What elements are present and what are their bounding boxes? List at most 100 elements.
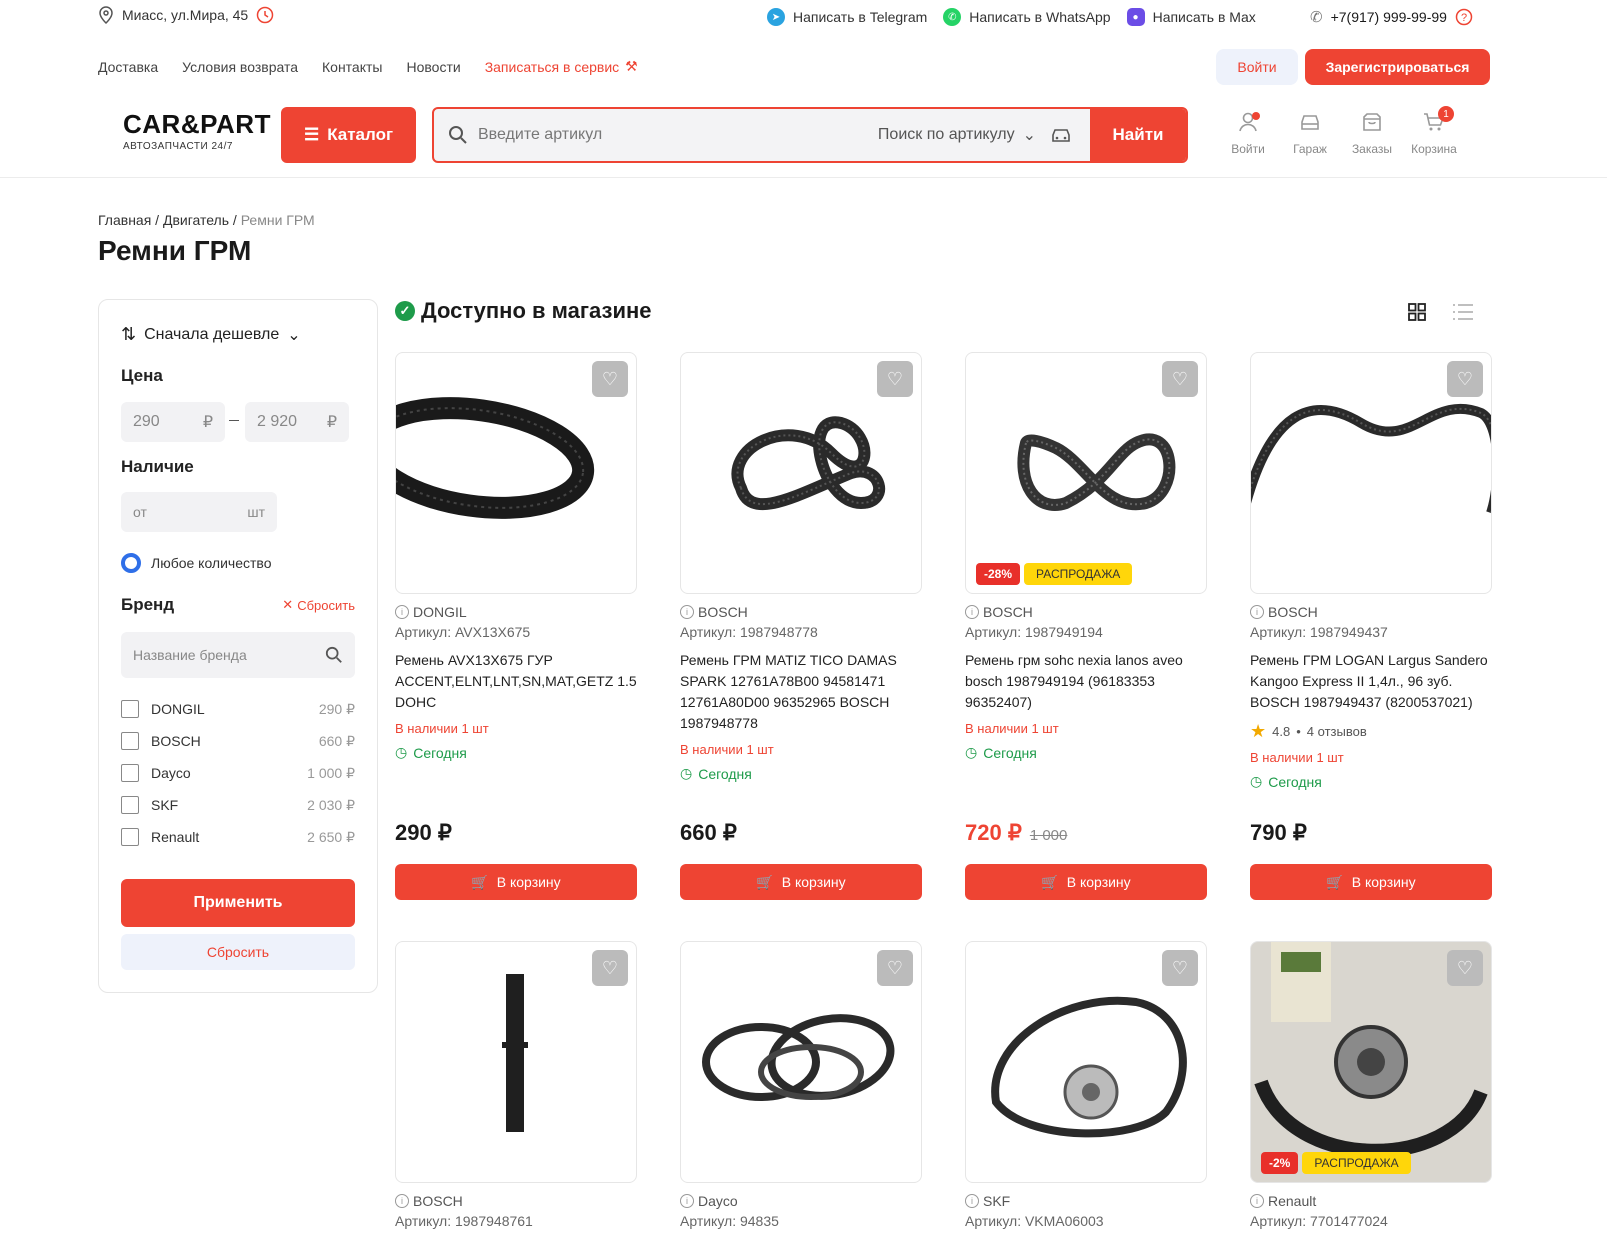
add-to-cart-button[interactable]: 🛒 В корзину xyxy=(395,864,637,900)
nav-returns[interactable]: Условия возврата xyxy=(182,59,298,75)
logo[interactable]: CAR&PART АВТОЗАПЧАСТИ 24/7 xyxy=(123,111,271,152)
help-icon[interactable]: ? xyxy=(1455,8,1473,26)
search-input[interactable] xyxy=(468,109,864,161)
product-name[interactable]: Ремень AVX13X675 ГУР ACCENT,ELNT,LNT,SN,… xyxy=(395,650,637,713)
reset-filters-button[interactable]: Сбросить xyxy=(121,934,355,970)
product-stock: В наличии 1 шт xyxy=(680,742,774,757)
stock-input[interactable]: от шт xyxy=(121,492,277,532)
header-orders[interactable]: Заказы xyxy=(1348,110,1396,156)
product-name[interactable]: Ремень ГРМ LOGAN Largus Sandero Kangoo E… xyxy=(1250,650,1492,713)
nav-service[interactable]: Записаться в сервис ⚒ xyxy=(485,58,638,75)
header-garage[interactable]: Гараж xyxy=(1286,110,1334,156)
add-to-cart-label: В корзину xyxy=(1066,874,1131,890)
product-card[interactable]: ♡ i SKF Артикул: VKMA06003 xyxy=(965,941,1207,1229)
brand-reset-link[interactable]: ✕ Сбросить xyxy=(282,597,355,613)
product-image[interactable]: ♡ -28% РАСПРОДАЖА xyxy=(965,352,1207,594)
view-toggle xyxy=(1408,303,1474,321)
product-image[interactable]: ♡ -2% РАСПРОДАЖА xyxy=(1250,941,1492,1183)
product-brand: i BOSCH xyxy=(965,604,1207,620)
add-to-cart-button[interactable]: 🛒 В корзину xyxy=(1250,864,1492,900)
sort-select[interactable]: ⇅ Сначала дешевле ⌄ xyxy=(121,324,301,345)
telegram-label: Написать в Telegram xyxy=(793,9,928,25)
telegram-link[interactable]: ➤ Написать в Telegram xyxy=(767,8,927,26)
product-card[interactable]: ♡ i Dayco Артикул: 94835 xyxy=(680,941,922,1229)
svg-text:?: ? xyxy=(1461,12,1467,24)
header-garage-label: Гараж xyxy=(1293,142,1327,156)
info-icon[interactable]: i xyxy=(680,1194,694,1208)
brand-search-field[interactable]: Название бренда xyxy=(121,632,355,678)
grid-view-icon[interactable] xyxy=(1408,303,1426,321)
product-image[interactable]: ♡ xyxy=(395,941,637,1183)
add-to-cart-button[interactable]: 🛒 В корзину xyxy=(680,864,922,900)
delivery-date: ◷ Сегодня xyxy=(1250,773,1492,790)
favorite-button[interactable]: ♡ xyxy=(877,361,913,397)
favorite-button[interactable]: ♡ xyxy=(592,950,628,986)
brand-option-dayco[interactable]: Dayco 1 000 ₽ xyxy=(121,757,355,789)
list-view-icon[interactable] xyxy=(1452,303,1474,321)
register-button[interactable]: Зарегистрироваться xyxy=(1305,49,1490,85)
brand-search-placeholder: Название бренда xyxy=(133,647,247,663)
price-from-input[interactable]: 290 ₽ xyxy=(121,402,225,442)
discount-badge: -2% xyxy=(1261,1152,1299,1174)
product-card[interactable]: ♡ i BOSCH Артикул: 1987949437 Ремень ГРМ … xyxy=(1250,352,1492,900)
product-card[interactable]: ♡ -2% РАСПРОДАЖА i Renault Артикул: 77014… xyxy=(1250,941,1492,1229)
search-button[interactable]: Найти xyxy=(1090,109,1186,161)
favorite-button[interactable]: ♡ xyxy=(877,950,913,986)
apply-filters-button[interactable]: Применить xyxy=(121,879,355,927)
info-icon[interactable]: i xyxy=(965,1194,979,1208)
product-image[interactable]: ♡ xyxy=(965,941,1207,1183)
login-button[interactable]: Войти xyxy=(1216,49,1298,85)
product-brand: i SKF xyxy=(965,1193,1207,1209)
add-to-cart-button[interactable]: 🛒 В корзину xyxy=(965,864,1207,900)
header-login[interactable]: Войти xyxy=(1224,110,1272,156)
product-card[interactable]: ♡ i BOSCH Артикул: 1987948778 Ремень ГРМ … xyxy=(680,352,922,900)
favorite-button[interactable]: ♡ xyxy=(1447,950,1483,986)
brand-option-bosch[interactable]: BOSCH 660 ₽ xyxy=(121,725,355,757)
product-card[interactable]: ♡ -28% РАСПРОДАЖА i BOSCH Артикул: 198794… xyxy=(965,352,1207,900)
product-card[interactable]: ♡ i DONGIL Артикул: AVX13X675 Ремень AVX1… xyxy=(395,352,637,900)
address[interactable]: Миасс, ул.Мира, 45 xyxy=(98,6,274,24)
breadcrumb-parent[interactable]: Двигатель xyxy=(163,212,229,228)
product-brand: i DONGIL xyxy=(395,604,637,620)
any-qty-radio[interactable]: Любое количество xyxy=(121,553,271,573)
product-image[interactable]: ♡ xyxy=(395,352,637,594)
nav-contacts[interactable]: Контакты xyxy=(322,59,382,75)
product-brand-name: BOSCH xyxy=(698,604,748,620)
product-name[interactable]: Ремень грм sohc nexia lanos aveo bosch 1… xyxy=(965,650,1207,713)
favorite-button[interactable]: ♡ xyxy=(1162,950,1198,986)
favorite-button[interactable]: ♡ xyxy=(1447,361,1483,397)
brand-option-renault[interactable]: Renault 2 650 ₽ xyxy=(121,821,355,853)
favorite-button[interactable]: ♡ xyxy=(592,361,628,397)
product-image[interactable]: ♡ xyxy=(680,941,922,1183)
product-brand: i BOSCH xyxy=(1250,604,1492,620)
header-cart[interactable]: 1 Корзина xyxy=(1410,106,1458,156)
brand-option-name: SKF xyxy=(151,797,179,813)
product-image[interactable]: ♡ xyxy=(1250,352,1492,594)
search-mode-select[interactable]: Поиск по артикулу ⌄ xyxy=(864,125,1050,145)
favorite-button[interactable]: ♡ xyxy=(1162,361,1198,397)
brand-option-dongil[interactable]: DONGIL 290 ₽ xyxy=(121,693,355,725)
max-link[interactable]: ● Написать в Max xyxy=(1126,8,1256,26)
price-to-input[interactable]: 2 920 ₽ xyxy=(245,402,349,442)
car-search-icon[interactable] xyxy=(1050,126,1072,144)
whatsapp-link[interactable]: ✆ Написать в WhatsApp xyxy=(943,8,1111,26)
info-icon[interactable]: i xyxy=(680,605,694,619)
product-brand-name: BOSCH xyxy=(413,1193,463,1209)
add-to-cart-label: В корзину xyxy=(496,874,561,890)
nav-delivery[interactable]: Доставка xyxy=(98,59,158,75)
info-icon[interactable]: i xyxy=(1250,605,1264,619)
product-card[interactable]: ♡ i BOSCH Артикул: 1987948761 xyxy=(395,941,637,1229)
catalog-button[interactable]: ☰ Каталог xyxy=(281,107,416,163)
phone[interactable]: ✆ +7(917) 999-99-99 ? xyxy=(1310,8,1473,26)
info-icon[interactable]: i xyxy=(395,1194,409,1208)
info-icon[interactable]: i xyxy=(965,605,979,619)
info-icon[interactable]: i xyxy=(1250,1194,1264,1208)
clock-icon[interactable] xyxy=(256,6,274,24)
brand-option-skf[interactable]: SKF 2 030 ₽ xyxy=(121,789,355,821)
product-name[interactable]: Ремень ГРМ MATIZ TICO DAMAS SPARK 12761A… xyxy=(680,650,922,734)
nav-news[interactable]: Новости xyxy=(406,59,460,75)
product-rating[interactable]: ★ 4.8 • 4 отзывов xyxy=(1250,721,1492,742)
product-image[interactable]: ♡ xyxy=(680,352,922,594)
breadcrumb-home[interactable]: Главная xyxy=(98,212,151,228)
info-icon[interactable]: i xyxy=(395,605,409,619)
